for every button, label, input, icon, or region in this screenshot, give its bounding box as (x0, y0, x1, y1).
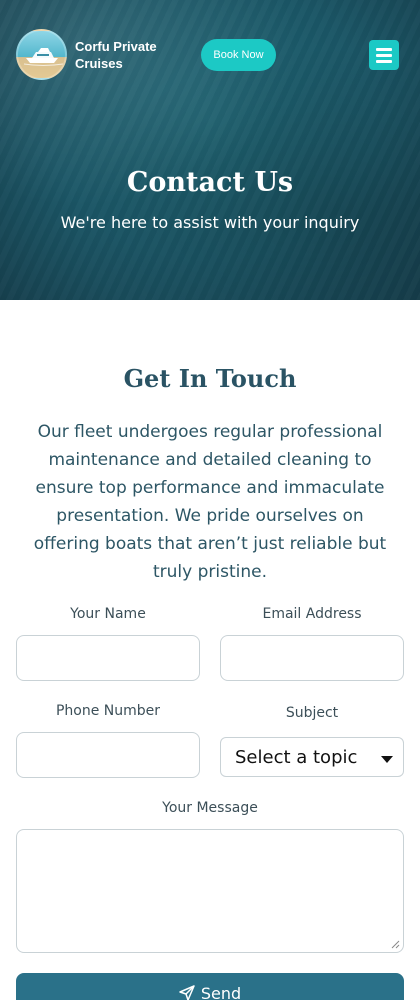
subject-select[interactable]: Select a topic (220, 737, 404, 777)
page-title: Contact Us (126, 167, 294, 198)
send-button[interactable]: Send (16, 973, 404, 1000)
book-now-button[interactable]: Book Now (201, 39, 276, 71)
phone-label: Phone Number (55, 703, 161, 719)
section-title: Get In Touch (123, 364, 297, 393)
name-label: Your Name (70, 606, 146, 622)
message-label: Your Message (162, 800, 258, 816)
intro-text: Our fleet undergoes regular professional… (33, 422, 387, 582)
message-textarea[interactable] (16, 829, 404, 953)
email-input[interactable] (220, 635, 404, 681)
resize-grip-icon[interactable] (390, 939, 400, 949)
name-input[interactable] (16, 635, 200, 681)
brand-name[interactable]: Corfu Private Cruises (75, 38, 185, 72)
hamburger-menu-icon[interactable] (369, 40, 399, 70)
email-label: Email Address (262, 606, 362, 622)
hero-banner: Corfu Private Cruises Book Now Contact U… (0, 0, 420, 300)
phone-input[interactable] (16, 732, 200, 778)
yacht-logo-icon[interactable] (16, 29, 67, 80)
send-label: Send (200, 984, 242, 1000)
chevron-down-icon (381, 756, 393, 763)
paper-plane-icon (179, 985, 195, 1000)
subject-label: Subject (285, 705, 339, 721)
page-subtitle: We're here to assist with your inquiry (60, 213, 360, 232)
subject-selected-value: Select a topic (235, 747, 358, 768)
